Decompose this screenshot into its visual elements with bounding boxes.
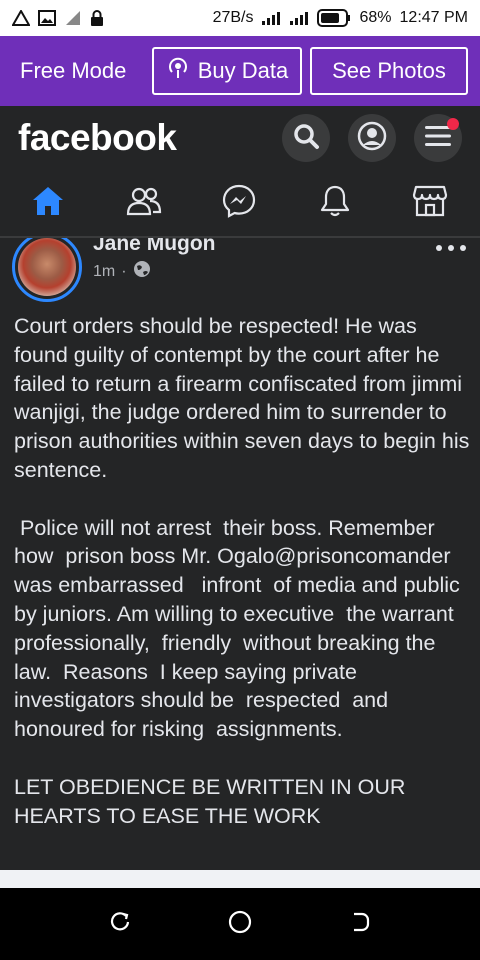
home-icon: [31, 185, 65, 222]
post-meta: 1m ·: [93, 260, 151, 283]
buy-data-button[interactable]: Buy Data: [152, 47, 302, 95]
tab-notifications[interactable]: [303, 173, 367, 233]
search-icon: [292, 122, 320, 155]
see-photos-label: See Photos: [332, 58, 446, 83]
tab-home[interactable]: [16, 173, 80, 233]
home-circle-icon: [227, 909, 253, 940]
post-text: Court orders should be respected! He was…: [14, 314, 470, 828]
status-right: 27B/s 68% 12:47 PM: [213, 9, 468, 27]
user-icon: [357, 121, 387, 156]
tab-messenger[interactable]: [207, 173, 271, 233]
battery-icon: [317, 9, 351, 27]
more-dot: [436, 245, 442, 251]
avatar[interactable]: [12, 238, 82, 302]
tab-marketplace[interactable]: [398, 173, 462, 233]
back-button[interactable]: [340, 904, 380, 944]
menu-button[interactable]: [414, 114, 462, 162]
status-left: [12, 10, 104, 26]
post-author[interactable]: Jane Mugon: [93, 238, 216, 256]
avatar-photo: [18, 238, 76, 296]
header-actions: [282, 114, 462, 162]
clock: 12:47 PM: [399, 9, 468, 26]
network-speed: 27B/s: [212, 9, 254, 26]
more-dot: [448, 245, 454, 251]
post-header: Jane Mugon 1m ·: [0, 238, 480, 302]
more-dot: [460, 245, 466, 251]
globe-icon: [133, 260, 151, 283]
image-icon: [38, 10, 56, 26]
signal-icon-2: [289, 11, 309, 25]
nav-tabs: [0, 170, 480, 238]
tab-friends[interactable]: [112, 173, 176, 233]
back-icon: [348, 910, 372, 939]
alert-icon: [12, 10, 30, 26]
lock-icon: [90, 10, 104, 26]
signal-off-icon: [64, 10, 82, 26]
feed-post: Jane Mugon 1m · Court orders should be r…: [0, 238, 480, 870]
profile-button[interactable]: [348, 114, 396, 162]
bell-icon: [319, 184, 351, 223]
meta-separator: ·: [121, 262, 127, 280]
feed-divider: [0, 870, 480, 888]
home-button[interactable]: [220, 904, 260, 944]
messenger-icon: [222, 184, 256, 223]
status-bar: 27B/s 68% 12:47 PM: [0, 0, 480, 36]
app-header: facebook: [0, 106, 480, 170]
buy-data-label: Buy Data: [197, 58, 289, 83]
free-mode-bar: Free Mode Buy Data See Photos: [0, 36, 480, 106]
recents-button[interactable]: [100, 904, 140, 944]
post-more-button[interactable]: [436, 240, 466, 256]
recents-icon: [108, 910, 132, 939]
store-icon: [412, 184, 448, 223]
free-mode-label: Free Mode: [20, 58, 127, 83]
system-nav-bar: [0, 888, 480, 960]
friends-icon: [126, 186, 162, 221]
search-button[interactable]: [282, 114, 330, 162]
podcast-icon: [166, 56, 190, 86]
notification-dot: [447, 118, 459, 130]
signal-icon: [261, 11, 281, 25]
see-photos-button[interactable]: See Photos: [310, 47, 468, 95]
post-time[interactable]: 1m: [93, 263, 115, 281]
battery-percent: 68%: [359, 9, 392, 26]
facebook-logo[interactable]: facebook: [18, 117, 177, 159]
